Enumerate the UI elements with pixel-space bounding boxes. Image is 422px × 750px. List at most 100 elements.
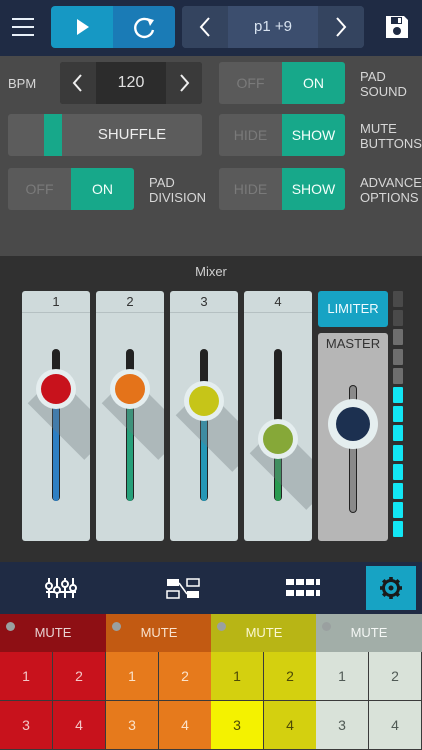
advanced-options-show[interactable]: SHOW (282, 168, 345, 210)
previous-preset-button[interactable] (182, 6, 228, 48)
pad-division-label-line1: PAD (149, 175, 175, 190)
pad-column-1: MUTE 1 2 3 4 (0, 614, 106, 750)
mute-button[interactable]: MUTE (0, 614, 106, 652)
vu-segment (393, 425, 403, 442)
advanced-options-label-line1: ADVANCED (360, 175, 422, 190)
sliders-icon (45, 578, 77, 598)
pad[interactable]: 2 (369, 652, 421, 700)
master-fader-knob[interactable] (328, 399, 378, 450)
pad[interactable]: 1 (106, 652, 158, 700)
vu-segment (393, 502, 403, 519)
mute-indicator (6, 622, 15, 631)
bpm-decrease-button[interactable] (60, 62, 96, 104)
vu-segment (393, 387, 403, 403)
floppy-disk-icon (386, 16, 408, 38)
vu-segment (393, 463, 403, 480)
pad[interactable]: 2 (159, 652, 211, 700)
play-button[interactable] (51, 6, 113, 48)
mute-indicator (112, 622, 121, 631)
pad[interactable]: 3 (0, 701, 52, 749)
pad[interactable]: 3 (211, 701, 263, 749)
mute-buttons-show[interactable]: SHOW (282, 114, 345, 156)
pad[interactable]: 1 (0, 652, 52, 700)
shuffle-handle[interactable] (44, 114, 62, 156)
chevron-left-icon (72, 74, 82, 92)
chevron-left-icon (199, 17, 210, 37)
settings-panel: BPM 120 SHUFFLE OFF ON PAD DIVISION OFF … (0, 56, 422, 256)
shuffle-label: SHUFFLE (97, 126, 167, 143)
channel-fader-knob[interactable] (110, 369, 150, 410)
drum-pads: MUTE 1 2 3 4 MUTE 1 2 3 4 MUTE 1 2 3 4 M… (0, 614, 422, 750)
pad-division-on[interactable]: ON (71, 168, 134, 210)
repeat-button[interactable] (113, 6, 175, 48)
sequence-tab[interactable] (140, 562, 226, 614)
pad[interactable]: 1 (211, 652, 263, 700)
pad-division-off[interactable]: OFF (8, 168, 71, 210)
chevron-right-icon (180, 74, 190, 92)
top-bar: p1 +9 (0, 0, 422, 56)
pad[interactable]: 2 (53, 652, 105, 700)
vu-meter (393, 291, 403, 541)
vu-segment (393, 367, 403, 384)
hamburger-menu-icon[interactable] (8, 12, 38, 42)
preset-name[interactable]: p1 +9 (228, 6, 318, 48)
repeat-icon (134, 17, 155, 39)
mute-buttons-hide[interactable]: HIDE (219, 114, 282, 156)
pad-sound-label-line2: SOUND (360, 84, 407, 99)
mute-buttons-label-line2: BUTTONS (360, 136, 422, 151)
pad-sound-off[interactable]: OFF (219, 62, 282, 104)
vu-segment (393, 348, 403, 365)
vu-segment (393, 310, 403, 327)
mute-buttons-toggle[interactable]: HIDE SHOW (219, 114, 345, 156)
pad[interactable]: 4 (53, 701, 105, 749)
pad-sound-label-line1: PAD (360, 69, 386, 84)
pad[interactable]: 3 (316, 701, 368, 749)
channel-number: 2 (96, 291, 164, 313)
pad[interactable]: 4 (264, 701, 316, 749)
save-button[interactable] (384, 14, 410, 40)
mixer-channel-1: 1 (22, 291, 90, 541)
pad-sound-on[interactable]: ON (282, 62, 345, 104)
channel-number: 4 (244, 291, 312, 313)
pattern-grid-icon (286, 579, 320, 596)
pad-sound-label: PAD SOUND (360, 69, 407, 99)
mixer-channel-2: 2 (96, 291, 164, 541)
master-label: MASTER (325, 336, 381, 351)
bpm-increase-button[interactable] (166, 62, 202, 104)
vu-segment (393, 291, 403, 307)
pattern-tab[interactable] (260, 562, 346, 614)
shuffle-slider[interactable]: SHUFFLE (8, 114, 202, 156)
channel-fader-knob[interactable] (36, 369, 76, 410)
master-channel: MASTER (318, 333, 388, 541)
pad-division-toggle[interactable]: OFF ON (8, 168, 134, 210)
advanced-options-label: ADVANCED OPTIONS (360, 175, 422, 205)
bpm-value[interactable]: 120 (96, 62, 166, 104)
pad[interactable]: 4 (159, 701, 211, 749)
preset-selector: p1 +9 (182, 6, 364, 48)
bottom-tab-bar (0, 562, 422, 614)
mute-label: MUTE (350, 625, 388, 640)
mute-buttons-label: MUTE BUTTONS (360, 121, 422, 151)
mute-button[interactable]: MUTE (316, 614, 422, 652)
mixer-panel: Mixer 1 2 3 4 LIMITER MASTER (0, 256, 422, 562)
mute-label: MUTE (140, 625, 178, 640)
transport-controls (51, 6, 175, 48)
pad[interactable]: 2 (264, 652, 316, 700)
next-preset-button[interactable] (318, 6, 364, 48)
pad[interactable]: 1 (316, 652, 368, 700)
mute-indicator (322, 622, 331, 631)
pad-column-4: MUTE 1 2 3 4 (316, 614, 422, 750)
pad-sound-toggle[interactable]: OFF ON (219, 62, 345, 104)
pad[interactable]: 3 (106, 701, 158, 749)
pad[interactable]: 4 (369, 701, 421, 749)
settings-tab[interactable] (366, 566, 416, 610)
sequence-icon (166, 578, 200, 599)
mute-button[interactable]: MUTE (106, 614, 212, 652)
advanced-options-hide[interactable]: HIDE (219, 168, 282, 210)
vu-segment (393, 329, 403, 346)
pad-division-label: PAD DIVISION (149, 175, 206, 205)
advanced-options-toggle[interactable]: HIDE SHOW (219, 168, 345, 210)
mixer-tab[interactable] (20, 562, 106, 614)
mute-button[interactable]: MUTE (211, 614, 317, 652)
limiter-button[interactable]: LIMITER (318, 291, 388, 327)
